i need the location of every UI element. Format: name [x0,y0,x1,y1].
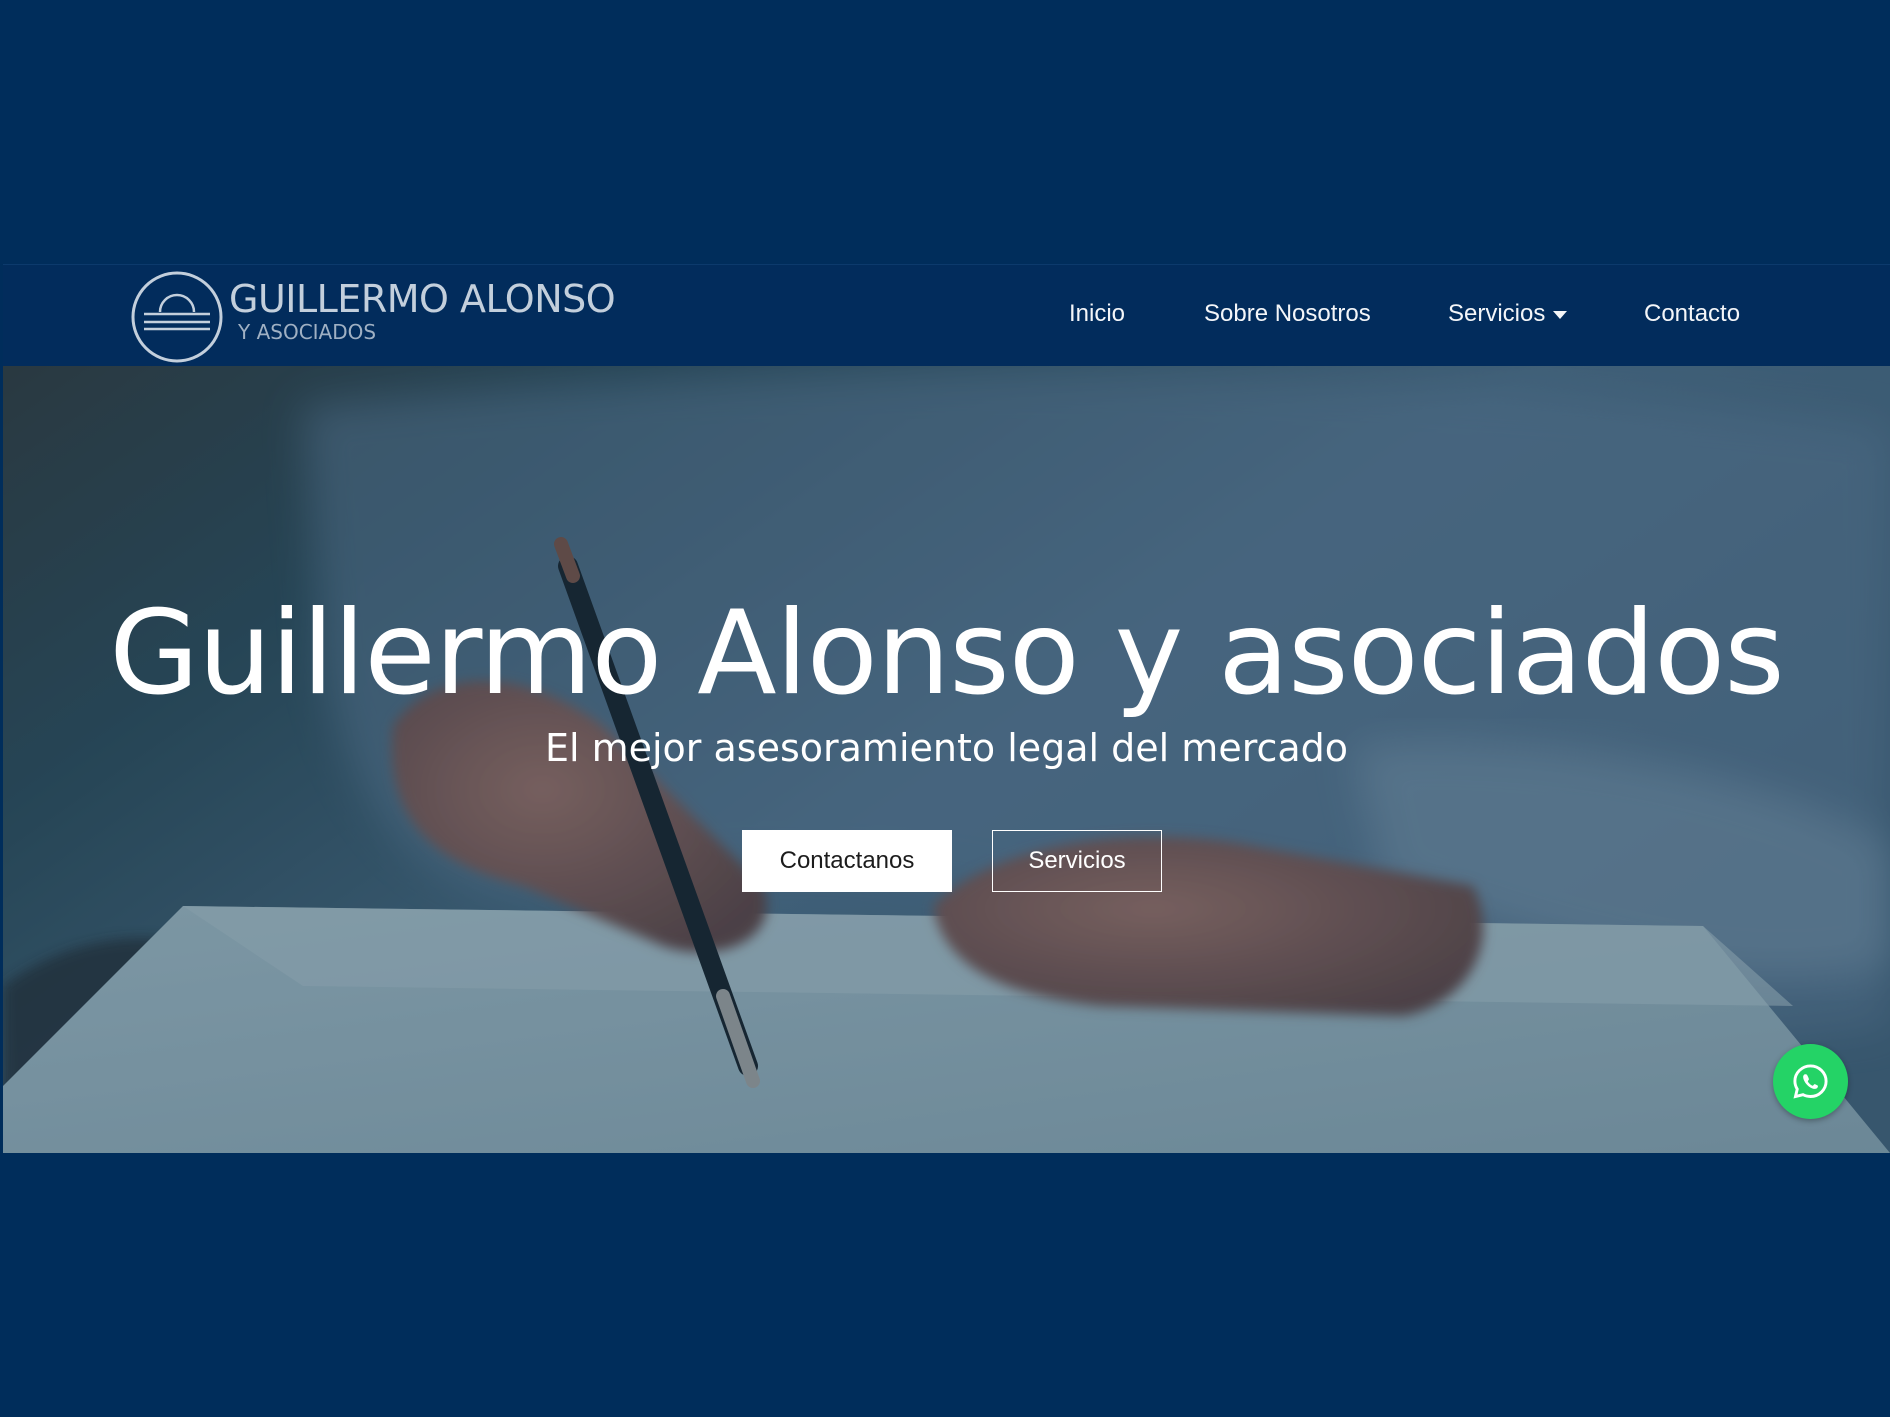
site-frame: GUILLERMO ALONSO Y ASOCIADOS Inicio Sobr… [3,264,1890,1153]
logo-subtitle: Y ASOCIADOS [238,320,377,344]
caret-down-icon [1553,310,1568,319]
scales-emblem-icon [131,271,223,363]
logo-title: GUILLERMO ALONSO [229,277,616,321]
nav-item-contacto[interactable]: Contacto [1644,302,1740,326]
nav-item-sobre-nosotros[interactable]: Sobre Nosotros [1204,302,1371,326]
nav-item-inicio[interactable]: Inicio [1069,302,1125,326]
servicios-button[interactable]: Servicios [992,830,1162,892]
nav-item-servicios-label: Servicios [1448,300,1546,327]
whatsapp-button[interactable] [1773,1044,1848,1119]
whatsapp-icon [1793,1064,1828,1099]
navbar: GUILLERMO ALONSO Y ASOCIADOS Inicio Sobr… [3,264,1890,366]
logo[interactable]: GUILLERMO ALONSO Y ASOCIADOS [130,270,630,363]
nav-item-servicios[interactable]: Servicios [1448,300,1568,327]
hero-subtitle: El mejor asesoramiento legal del mercado [544,726,1349,770]
contactanos-button[interactable]: Contactanos [742,830,952,892]
hero-section: Guillermo Alonso y asociados El mejor as… [3,366,1890,1153]
hero-title: Guillermo Alonso y asociados [109,586,1784,721]
